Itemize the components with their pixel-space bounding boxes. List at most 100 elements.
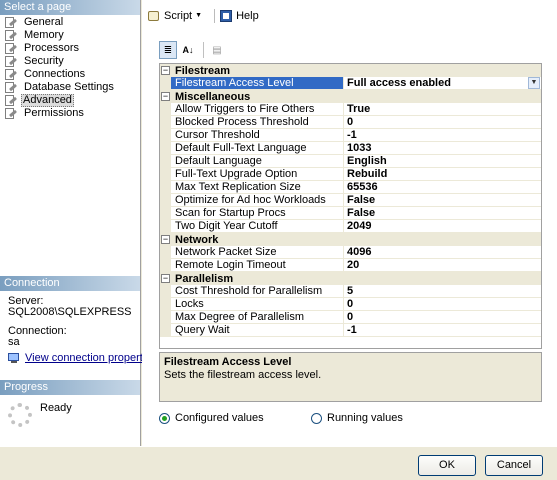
property-name[interactable]: Blocked Process Threshold bbox=[171, 116, 344, 128]
property-name[interactable]: Max Degree of Parallelism bbox=[171, 311, 344, 323]
property-value[interactable]: 0 bbox=[344, 298, 541, 310]
property-row[interactable]: Cursor Threshold -1 bbox=[160, 129, 541, 142]
property-row[interactable]: Blocked Process Threshold 0 bbox=[160, 116, 541, 129]
property-value[interactable]: Rebuild bbox=[344, 168, 541, 180]
page-item-advanced[interactable]: Advanced bbox=[4, 94, 140, 107]
collapse-icon[interactable]: − bbox=[160, 90, 171, 103]
property-value-text: 0 bbox=[347, 298, 354, 310]
property-name[interactable]: Scan for Startup Procs bbox=[171, 207, 344, 219]
property-pages-button[interactable]: ▤ bbox=[208, 41, 226, 59]
script-button[interactable]: Script ▼ bbox=[147, 9, 202, 23]
page-item-general[interactable]: General bbox=[4, 16, 140, 29]
property-value[interactable]: True bbox=[344, 103, 541, 115]
radio-unselected-icon bbox=[311, 412, 322, 424]
property-value[interactable]: 5 bbox=[344, 285, 541, 297]
connection-label: Connection: bbox=[8, 325, 67, 337]
property-name[interactable]: Network Packet Size bbox=[171, 246, 344, 258]
property-name[interactable]: Max Text Replication Size bbox=[171, 181, 344, 193]
property-row[interactable]: Allow Triggers to Fire Others True bbox=[160, 103, 541, 116]
value-dropdown-icon[interactable]: ▼ bbox=[528, 77, 540, 89]
dialog-footer: OK Cancel bbox=[0, 446, 557, 480]
sort-az-icon: A↓ bbox=[182, 45, 194, 55]
configured-values-radio[interactable]: Configured values bbox=[159, 412, 311, 424]
property-name[interactable]: Locks bbox=[171, 298, 344, 310]
property-name[interactable]: Default Language bbox=[171, 155, 344, 167]
property-name[interactable]: Default Full-Text Language bbox=[171, 142, 344, 154]
property-value[interactable]: Full access enabled ▼ bbox=[344, 77, 541, 89]
property-name[interactable]: Optimize for Ad hoc Workloads bbox=[171, 194, 344, 206]
page-item-permissions[interactable]: Permissions bbox=[4, 107, 140, 120]
page-wrench-icon bbox=[4, 82, 18, 93]
property-value[interactable]: 2049 bbox=[344, 220, 541, 232]
page-item-database-settings[interactable]: Database Settings bbox=[4, 81, 140, 94]
property-value[interactable]: 4096 bbox=[344, 246, 541, 258]
property-value[interactable]: English bbox=[344, 155, 541, 167]
collapse-icon[interactable]: − bbox=[160, 272, 171, 285]
page-item-label: General bbox=[24, 16, 64, 28]
property-name[interactable]: Allow Triggers to Fire Others bbox=[171, 103, 344, 115]
property-value[interactable]: 20 bbox=[344, 259, 541, 271]
category-miscellaneous[interactable]: − Miscellaneous bbox=[160, 90, 541, 103]
value-mode-radios: Configured values Running values bbox=[159, 412, 542, 424]
property-row[interactable]: Network Packet Size 4096 bbox=[160, 246, 541, 259]
page-item-security[interactable]: Security bbox=[4, 55, 140, 68]
property-row[interactable]: Two Digit Year Cutoff 2049 bbox=[160, 220, 541, 233]
property-value[interactable]: False bbox=[344, 207, 541, 219]
view-connection-properties-link[interactable]: View connection properties bbox=[25, 352, 157, 364]
running-values-radio[interactable]: Running values bbox=[311, 412, 403, 424]
collapse-icon[interactable]: − bbox=[160, 64, 171, 77]
property-row[interactable]: Scan for Startup Procs False bbox=[160, 207, 541, 220]
view-connection-properties-row[interactable]: View connection properties bbox=[8, 352, 157, 364]
property-row[interactable]: Full-Text Upgrade Option Rebuild bbox=[160, 168, 541, 181]
property-value-text: 20 bbox=[347, 259, 360, 271]
property-row[interactable]: Optimize for Ad hoc Workloads False bbox=[160, 194, 541, 207]
ok-button[interactable]: OK bbox=[418, 455, 476, 476]
cancel-button[interactable]: Cancel bbox=[485, 455, 543, 476]
property-value[interactable]: 0 bbox=[344, 116, 541, 128]
page-item-processors[interactable]: Processors bbox=[4, 42, 140, 55]
categorized-view-button[interactable]: ≣ bbox=[159, 41, 177, 59]
property-name[interactable]: Remote Login Timeout bbox=[171, 259, 344, 271]
property-row[interactable]: Max Degree of Parallelism 0 bbox=[160, 311, 541, 324]
property-name[interactable]: Cost Threshold for Parallelism bbox=[171, 285, 344, 297]
property-row[interactable]: Max Text Replication Size 65536 bbox=[160, 181, 541, 194]
collapse-icon[interactable]: − bbox=[160, 233, 171, 246]
property-pages-icon: ▤ bbox=[212, 44, 222, 56]
alphabetical-sort-button[interactable]: A↓ bbox=[179, 41, 197, 59]
category-network[interactable]: − Network bbox=[160, 233, 541, 246]
toolbar-separator bbox=[214, 8, 216, 23]
dropdown-arrow-icon[interactable]: ▼ bbox=[195, 12, 202, 19]
property-row[interactable]: Query Wait -1 bbox=[160, 324, 541, 337]
category-label: Filestream bbox=[175, 64, 231, 77]
category-parallelism[interactable]: − Parallelism bbox=[160, 272, 541, 285]
property-value[interactable]: -1 bbox=[344, 324, 541, 336]
property-name[interactable]: Two Digit Year Cutoff bbox=[171, 220, 344, 232]
property-row[interactable]: Default Full-Text Language 1033 bbox=[160, 142, 541, 155]
property-value[interactable]: 65536 bbox=[344, 181, 541, 193]
page-wrench-icon bbox=[4, 30, 18, 41]
property-name[interactable]: Cursor Threshold bbox=[171, 129, 344, 141]
right-panel: Script ▼ Help ≣ A↓ ▤ − Filestream Filestre… bbox=[142, 0, 557, 446]
property-row[interactable]: Default Language English bbox=[160, 155, 541, 168]
category-filestream[interactable]: − Filestream bbox=[160, 64, 541, 77]
property-name[interactable]: Full-Text Upgrade Option bbox=[171, 168, 344, 180]
help-button[interactable]: Help bbox=[219, 9, 259, 23]
property-row[interactable]: Remote Login Timeout 20 bbox=[160, 259, 541, 272]
select-page-header: Select a page bbox=[0, 0, 140, 15]
page-item-connections[interactable]: Connections bbox=[4, 68, 140, 81]
property-value[interactable]: False bbox=[344, 194, 541, 206]
property-value[interactable]: 1033 bbox=[344, 142, 541, 154]
page-wrench-icon bbox=[4, 95, 18, 106]
page-item-memory[interactable]: Memory bbox=[4, 29, 140, 42]
category-label: Parallelism bbox=[175, 272, 234, 285]
property-name[interactable]: Filestream Access Level bbox=[171, 77, 344, 89]
property-row[interactable]: Cost Threshold for Parallelism 5 bbox=[160, 285, 541, 298]
property-row[interactable]: Filestream Access Level Full access enabl… bbox=[160, 77, 541, 90]
property-row[interactable]: Locks 0 bbox=[160, 298, 541, 311]
property-value-text: 4096 bbox=[347, 246, 372, 258]
property-value[interactable]: 0 bbox=[344, 311, 541, 323]
property-name[interactable]: Query Wait bbox=[171, 324, 344, 336]
property-value[interactable]: -1 bbox=[344, 129, 541, 141]
description-pane: Filestream Access Level Sets the filestr… bbox=[159, 352, 542, 402]
help-label: Help bbox=[236, 9, 259, 22]
